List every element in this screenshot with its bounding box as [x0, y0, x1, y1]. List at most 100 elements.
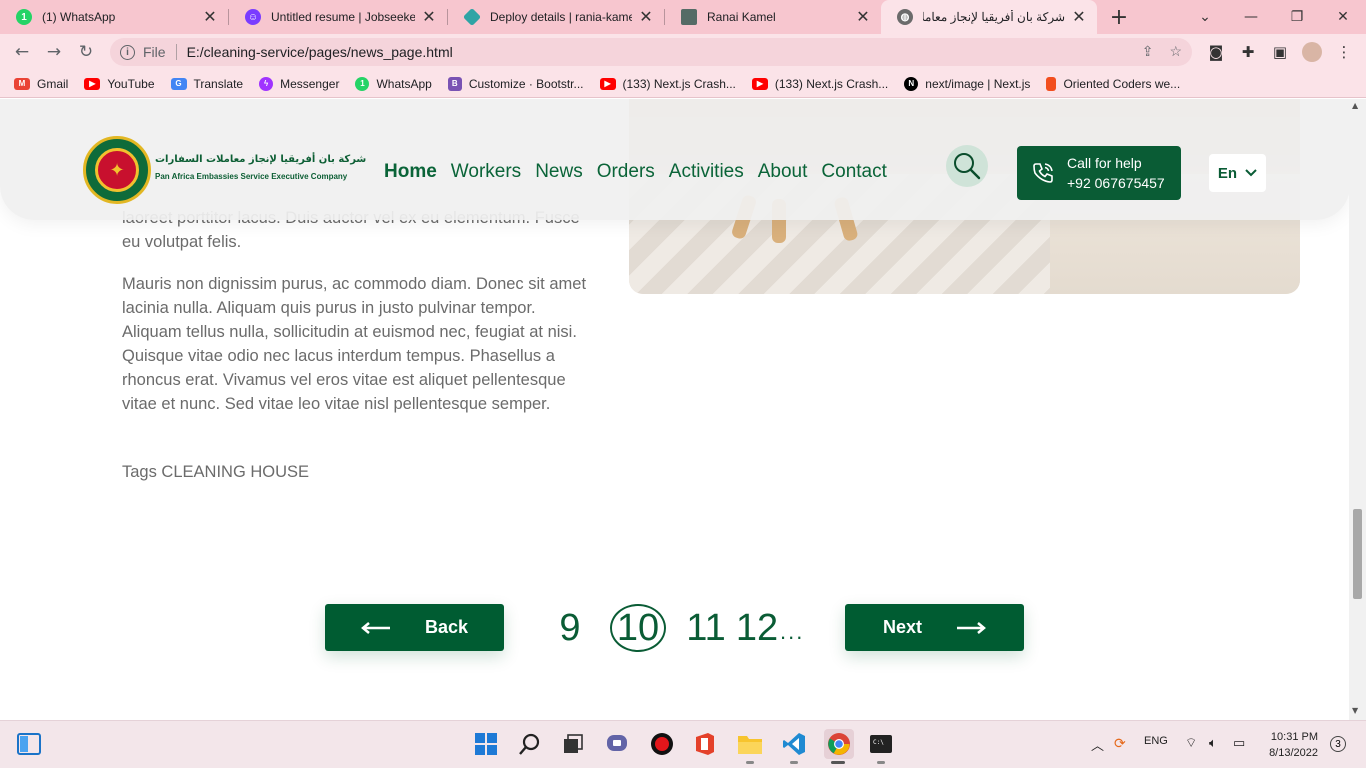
tab-netlify[interactable]: Deploy details | rania-kamel- ✕ [448, 0, 664, 34]
profile-avatar[interactable] [1302, 42, 1322, 62]
close-icon[interactable]: ✕ [421, 7, 437, 27]
bookmark-youtube[interactable]: ▶ YouTube [84, 77, 155, 91]
next-button[interactable]: Next [845, 604, 1024, 651]
file-explorer-icon[interactable] [737, 731, 763, 757]
bookmark-oriented-coders[interactable]: Oriented Coders we... [1046, 76, 1180, 91]
main-nav: Home Workers News Orders Activities Abou… [384, 161, 887, 183]
bookmark-bootstrap[interactable]: B Customize · Bootstr... [447, 76, 584, 91]
back-button[interactable]: Back [325, 604, 504, 651]
tab-title: Untitled resume | Jobseeker [271, 10, 415, 24]
page-link-9[interactable]: 9 [555, 604, 585, 652]
minimize-button[interactable]: — [1228, 0, 1274, 34]
forward-arrow-icon[interactable]: → [42, 40, 66, 64]
bookmark-label: WhatsApp [376, 76, 432, 91]
system-clock[interactable]: 10:31 PM 8/13/2022 [1258, 729, 1318, 761]
arrow-left-icon [361, 621, 390, 634]
scroll-down-icon[interactable]: ▼ [1352, 706, 1358, 715]
close-icon[interactable]: ✕ [1071, 7, 1087, 27]
search-button[interactable] [946, 145, 988, 187]
pagination-ellipsis: ... [780, 619, 805, 644]
camera-icon[interactable]: ◙ [1206, 42, 1226, 62]
wifi-icon[interactable]: ⌔ [1185, 735, 1197, 751]
call-for-help-button[interactable]: Call for help +92 067675457 [1017, 146, 1181, 200]
tab-title: Ranai Kamel [707, 10, 776, 24]
address-url[interactable]: E:/cleaning-service/pages/news_page.html [187, 44, 453, 60]
company-logo[interactable]: ✦ [83, 136, 151, 204]
tab-title: شركة بان أفريقيا لإنجاز معاملات [923, 10, 1065, 24]
tab-portfolio[interactable]: Ranai Kamel ✕ [665, 0, 881, 34]
figma-icon [1046, 76, 1057, 91]
close-icon[interactable]: ✕ [202, 7, 218, 27]
office-icon[interactable] [692, 731, 718, 757]
notification-badge[interactable]: 3 [1330, 736, 1346, 752]
chrome-icon[interactable] [824, 729, 854, 759]
scroll-up-icon[interactable]: ▲ [1352, 101, 1358, 110]
share-icon[interactable]: ⇪ [1142, 43, 1154, 60]
page-scrollbar[interactable]: ▲ ▼ [1349, 99, 1366, 720]
address-scheme: File [143, 44, 166, 60]
bookmarks-bar: M Gmail ▶ YouTube G Translate ϟ Messenger 1W… [0, 70, 1366, 98]
page-link-11[interactable]: 11 [686, 604, 725, 652]
bookmark-nextjs-crash-2[interactable]: ▶ (133) Next.js Crash... [751, 77, 888, 91]
bookmark-nextjs-crash-1[interactable]: ▶ (133) Next.js Crash... [599, 76, 736, 91]
address-bar[interactable]: i File E:/cleaning-service/pages/news_pa… [110, 38, 1192, 66]
tab-whatsapp[interactable]: 1 (1) WhatsApp ✕ [0, 0, 228, 34]
close-icon[interactable]: ✕ [638, 7, 654, 27]
page-link-10-current[interactable]: 10 [610, 604, 666, 652]
window-close-button[interactable]: ✕ [1320, 0, 1366, 34]
tray-overflow-chevron-icon[interactable]: ︿ [1091, 735, 1104, 754]
search-icon [954, 153, 981, 180]
tab-search-chevron-icon[interactable]: ⌄ [1182, 0, 1228, 34]
task-view-icon[interactable] [560, 731, 586, 757]
info-icon[interactable]: i [120, 44, 135, 60]
help-phone-number: +92 067675457 [1067, 175, 1165, 191]
close-icon[interactable]: ✕ [855, 7, 871, 27]
chevron-down-icon [1245, 169, 1257, 177]
star-icon[interactable]: ☆ [1169, 43, 1182, 60]
bookmark-messenger[interactable]: ϟ Messenger [259, 76, 339, 91]
nav-home[interactable]: Home [384, 161, 437, 183]
bookmark-gmail[interactable]: M Gmail [14, 77, 68, 91]
bookmark-whatsapp[interactable]: 1 WhatsApp [355, 76, 432, 91]
widgets-icon[interactable] [16, 731, 42, 757]
bookmark-translate[interactable]: G Translate [170, 77, 243, 91]
volume-icon[interactable]: 🔈︎ [1209, 735, 1217, 751]
terminal-icon[interactable]: C:\ [868, 731, 894, 757]
language-select[interactable]: En [1209, 154, 1266, 192]
menu-kebab-icon[interactable]: ⋮ [1334, 42, 1354, 62]
nav-orders[interactable]: Orders [597, 161, 655, 183]
input-language[interactable]: ENG [1144, 735, 1168, 747]
arrow-right-icon [957, 621, 986, 634]
portfolio-icon [681, 9, 697, 25]
start-menu-icon[interactable] [473, 731, 499, 757]
extensions-icon[interactable]: ✚ [1238, 42, 1258, 62]
nav-workers[interactable]: Workers [451, 161, 521, 183]
nav-contact[interactable]: Contact [821, 161, 886, 183]
scrollbar-thumb[interactable] [1353, 509, 1362, 599]
teams-chat-icon[interactable] [604, 731, 630, 757]
youtube-icon: ▶ [751, 77, 768, 90]
article-paragraph: Mauris non dignissim purus, ac commodo d… [122, 275, 587, 413]
sync-icon[interactable]: ⟳ [1114, 735, 1126, 752]
page-link-12[interactable]: 12 [736, 604, 778, 652]
address-divider [175, 44, 177, 60]
bookmark-label: (133) Next.js Crash... [622, 76, 736, 91]
address-actions: ⇪ ☆ [1142, 43, 1182, 60]
reload-icon[interactable]: ↻ [74, 40, 98, 64]
back-label: Back [424, 617, 469, 637]
clock-date: 8/13/2022 [1269, 747, 1318, 759]
vscode-icon[interactable] [781, 731, 807, 757]
screen-recorder-icon[interactable] [649, 731, 675, 757]
bookmark-next-image[interactable]: Nnext/image | Next.js [904, 76, 1030, 91]
battery-icon[interactable]: ▭ [1233, 735, 1245, 751]
nav-activities[interactable]: Activities [669, 161, 744, 183]
back-arrow-icon[interactable]: ← [10, 40, 34, 64]
tab-jobseeker[interactable]: ☺ Untitled resume | Jobseeker ✕ [229, 0, 447, 34]
nav-about[interactable]: About [758, 161, 808, 183]
new-tab-button[interactable]: + [1096, 0, 1142, 34]
search-icon[interactable] [517, 731, 543, 757]
restore-button[interactable]: ❐ [1274, 0, 1320, 34]
side-panel-icon[interactable]: ▣ [1270, 42, 1290, 62]
tab-pan-africa[interactable]: ◍ شركة بان أفريقيا لإنجاز معاملات ✕ [881, 0, 1097, 34]
nav-news[interactable]: News [535, 161, 583, 183]
